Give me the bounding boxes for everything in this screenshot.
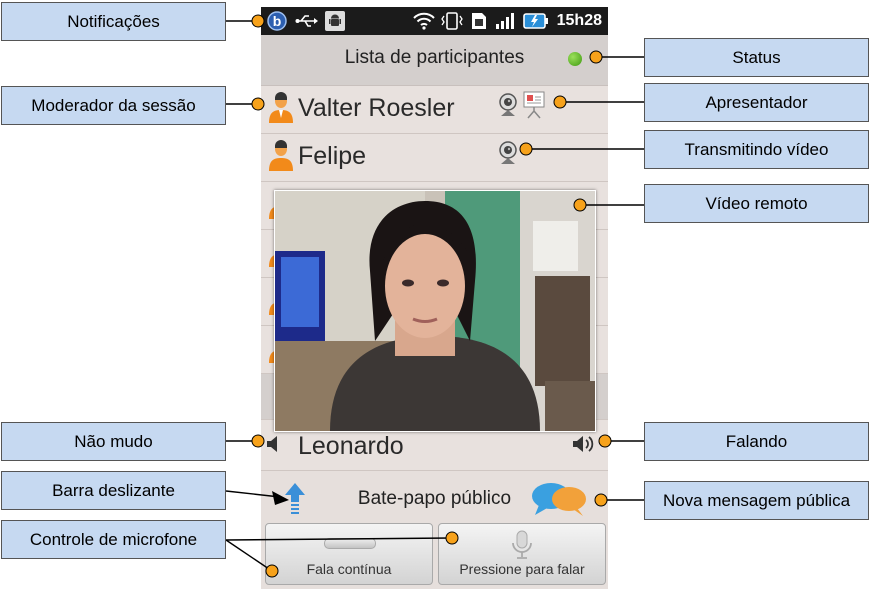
callout-moderator: Moderador da sessão <box>1 86 226 125</box>
callout-remote-video: Vídeo remoto <box>644 184 869 223</box>
callout-new-public-message: Nova mensagem pública <box>644 481 869 520</box>
callout-presenter: Apresentador <box>644 83 869 122</box>
callout-slider-bar: Barra deslizante <box>1 471 226 510</box>
callout-not-muted: Não mudo <box>1 422 226 461</box>
callout-notifications: Notificações <box>1 2 226 41</box>
callout-streaming-video: Transmitindo vídeo <box>644 130 869 169</box>
callout-status: Status <box>644 38 869 77</box>
callout-speaking: Falando <box>644 422 869 461</box>
callout-mic-control: Controle de microfone <box>1 520 226 559</box>
